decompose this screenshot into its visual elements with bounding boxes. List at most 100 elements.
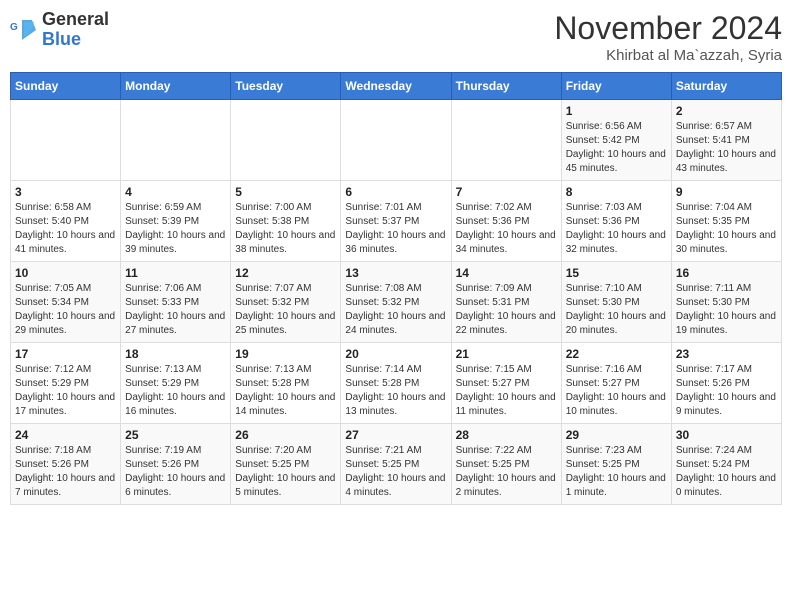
calendar-cell: 23 Sunrise: 7:17 AMSunset: 5:26 PMDayligh… (671, 343, 781, 424)
day-info: Sunrise: 7:16 AMSunset: 5:27 PMDaylight:… (566, 363, 667, 419)
week-row-2: 3 Sunrise: 6:58 AMSunset: 5:40 PMDaylight… (11, 181, 782, 262)
day-number: 13 (345, 266, 446, 280)
day-info: Sunrise: 7:10 AMSunset: 5:30 PMDaylight:… (566, 282, 667, 338)
calendar-cell: 3 Sunrise: 6:58 AMSunset: 5:40 PMDaylight… (11, 181, 121, 262)
day-info: Sunrise: 7:03 AMSunset: 5:36 PMDaylight:… (566, 201, 667, 257)
calendar-cell: 17 Sunrise: 7:12 AMSunset: 5:29 PMDayligh… (11, 343, 121, 424)
weekday-header-monday: Monday (121, 73, 231, 100)
day-info: Sunrise: 7:02 AMSunset: 5:36 PMDaylight:… (456, 201, 557, 257)
weekday-header-friday: Friday (561, 73, 671, 100)
day-number: 2 (676, 104, 777, 118)
day-info: Sunrise: 7:12 AMSunset: 5:29 PMDaylight:… (15, 363, 116, 419)
weekday-header-sunday: Sunday (11, 73, 121, 100)
day-info: Sunrise: 7:20 AMSunset: 5:25 PMDaylight:… (235, 444, 336, 500)
day-number: 29 (566, 428, 667, 442)
day-number: 3 (15, 185, 116, 199)
day-number: 9 (676, 185, 777, 199)
day-info: Sunrise: 7:07 AMSunset: 5:32 PMDaylight:… (235, 282, 336, 338)
day-info: Sunrise: 6:58 AMSunset: 5:40 PMDaylight:… (15, 201, 116, 257)
day-info: Sunrise: 6:59 AMSunset: 5:39 PMDaylight:… (125, 201, 226, 257)
calendar-cell: 27Sunrise: 7:21 AMSunset: 5:25 PMDayligh… (341, 424, 451, 505)
calendar-cell (121, 100, 231, 181)
calendar-cell: 20 Sunrise: 7:14 AMSunset: 5:28 PMDayligh… (341, 343, 451, 424)
logo: G General Blue (10, 10, 109, 50)
weekday-header-saturday: Saturday (671, 73, 781, 100)
day-number: 5 (235, 185, 336, 199)
week-row-5: 24 Sunrise: 7:18 AMSunset: 5:26 PMDayligh… (11, 424, 782, 505)
day-number: 10 (15, 266, 116, 280)
month-title: November 2024 (554, 10, 782, 47)
week-row-1: 1 Sunrise: 6:56 AMSunset: 5:42 PMDaylight… (11, 100, 782, 181)
day-info: Sunrise: 7:13 AMSunset: 5:29 PMDaylight:… (125, 363, 226, 419)
weekday-header-row: SundayMondayTuesdayWednesdayThursdayFrid… (11, 73, 782, 100)
day-number: 22 (566, 347, 667, 361)
calendar-cell: 7Sunrise: 7:02 AMSunset: 5:36 PMDaylight… (451, 181, 561, 262)
calendar-cell: 30Sunrise: 7:24 AMSunset: 5:24 PMDayligh… (671, 424, 781, 505)
logo-text: General Blue (42, 10, 109, 50)
day-info: Sunrise: 7:19 AMSunset: 5:26 PMDaylight:… (125, 444, 226, 500)
calendar-cell: 5 Sunrise: 7:00 AMSunset: 5:38 PMDaylight… (231, 181, 341, 262)
calendar-cell: 19 Sunrise: 7:13 AMSunset: 5:28 PMDayligh… (231, 343, 341, 424)
calendar-cell: 22 Sunrise: 7:16 AMSunset: 5:27 PMDayligh… (561, 343, 671, 424)
calendar-cell: 1 Sunrise: 6:56 AMSunset: 5:42 PMDaylight… (561, 100, 671, 181)
calendar-cell: 24 Sunrise: 7:18 AMSunset: 5:26 PMDayligh… (11, 424, 121, 505)
calendar-cell: 16Sunrise: 7:11 AMSunset: 5:30 PMDayligh… (671, 262, 781, 343)
page-header: G General Blue November 2024 Khirbat al … (10, 10, 782, 64)
day-number: 16 (676, 266, 777, 280)
week-row-4: 17 Sunrise: 7:12 AMSunset: 5:29 PMDayligh… (11, 343, 782, 424)
day-info: Sunrise: 7:15 AMSunset: 5:27 PMDaylight:… (456, 363, 557, 419)
day-info: Sunrise: 7:13 AMSunset: 5:28 PMDaylight:… (235, 363, 336, 419)
generalblue-logo-icon: G (10, 16, 38, 44)
calendar-cell: 11 Sunrise: 7:06 AMSunset: 5:33 PMDayligh… (121, 262, 231, 343)
weekday-header-thursday: Thursday (451, 73, 561, 100)
day-info: Sunrise: 7:01 AMSunset: 5:37 PMDaylight:… (345, 201, 446, 257)
calendar-cell: 15 Sunrise: 7:10 AMSunset: 5:30 PMDayligh… (561, 262, 671, 343)
day-info: Sunrise: 7:14 AMSunset: 5:28 PMDaylight:… (345, 363, 446, 419)
day-number: 15 (566, 266, 667, 280)
day-info: Sunrise: 7:00 AMSunset: 5:38 PMDaylight:… (235, 201, 336, 257)
calendar-cell: 28Sunrise: 7:22 AMSunset: 5:25 PMDayligh… (451, 424, 561, 505)
day-number: 24 (15, 428, 116, 442)
day-info: Sunrise: 7:06 AMSunset: 5:33 PMDaylight:… (125, 282, 226, 338)
day-info: Sunrise: 7:21 AMSunset: 5:25 PMDaylight:… (345, 444, 446, 500)
calendar-cell: 21 Sunrise: 7:15 AMSunset: 5:27 PMDayligh… (451, 343, 561, 424)
title-area: November 2024 Khirbat al Ma`azzah, Syria (554, 10, 782, 64)
day-number: 1 (566, 104, 667, 118)
svg-text:G: G (10, 22, 18, 33)
week-row-3: 10 Sunrise: 7:05 AMSunset: 5:34 PMDayligh… (11, 262, 782, 343)
day-info: Sunrise: 7:17 AMSunset: 5:26 PMDaylight:… (676, 363, 777, 419)
day-number: 11 (125, 266, 226, 280)
calendar-cell (11, 100, 121, 181)
day-number: 8 (566, 185, 667, 199)
calendar-cell: 14 Sunrise: 7:09 AMSunset: 5:31 PMDayligh… (451, 262, 561, 343)
day-info: Sunrise: 7:04 AMSunset: 5:35 PMDaylight:… (676, 201, 777, 257)
day-info: Sunrise: 7:09 AMSunset: 5:31 PMDaylight:… (456, 282, 557, 338)
calendar-cell: 6 Sunrise: 7:01 AMSunset: 5:37 PMDaylight… (341, 181, 451, 262)
day-number: 21 (456, 347, 557, 361)
calendar-cell: 18 Sunrise: 7:13 AMSunset: 5:29 PMDayligh… (121, 343, 231, 424)
calendar-cell: 29 Sunrise: 7:23 AMSunset: 5:25 PMDayligh… (561, 424, 671, 505)
day-number: 12 (235, 266, 336, 280)
day-info: Sunrise: 6:56 AMSunset: 5:42 PMDaylight:… (566, 120, 667, 176)
calendar-cell: 26 Sunrise: 7:20 AMSunset: 5:25 PMDayligh… (231, 424, 341, 505)
day-info: Sunrise: 6:57 AMSunset: 5:41 PMDaylight:… (676, 120, 777, 176)
day-info: Sunrise: 7:22 AMSunset: 5:25 PMDaylight:… (456, 444, 557, 500)
day-number: 30 (676, 428, 777, 442)
day-info: Sunrise: 7:05 AMSunset: 5:34 PMDaylight:… (15, 282, 116, 338)
calendar-cell: 2 Sunrise: 6:57 AMSunset: 5:41 PMDaylight… (671, 100, 781, 181)
day-number: 20 (345, 347, 446, 361)
day-number: 17 (15, 347, 116, 361)
day-info: Sunrise: 7:08 AMSunset: 5:32 PMDaylight:… (345, 282, 446, 338)
day-info: Sunrise: 7:23 AMSunset: 5:25 PMDaylight:… (566, 444, 667, 500)
day-number: 19 (235, 347, 336, 361)
calendar-cell: 25Sunrise: 7:19 AMSunset: 5:26 PMDayligh… (121, 424, 231, 505)
day-number: 6 (345, 185, 446, 199)
day-number: 23 (676, 347, 777, 361)
calendar-cell: 12 Sunrise: 7:07 AMSunset: 5:32 PMDayligh… (231, 262, 341, 343)
day-number: 14 (456, 266, 557, 280)
day-info: Sunrise: 7:18 AMSunset: 5:26 PMDaylight:… (15, 444, 116, 500)
calendar-cell (451, 100, 561, 181)
day-number: 18 (125, 347, 226, 361)
day-number: 26 (235, 428, 336, 442)
logo-blue: Blue (42, 30, 109, 50)
